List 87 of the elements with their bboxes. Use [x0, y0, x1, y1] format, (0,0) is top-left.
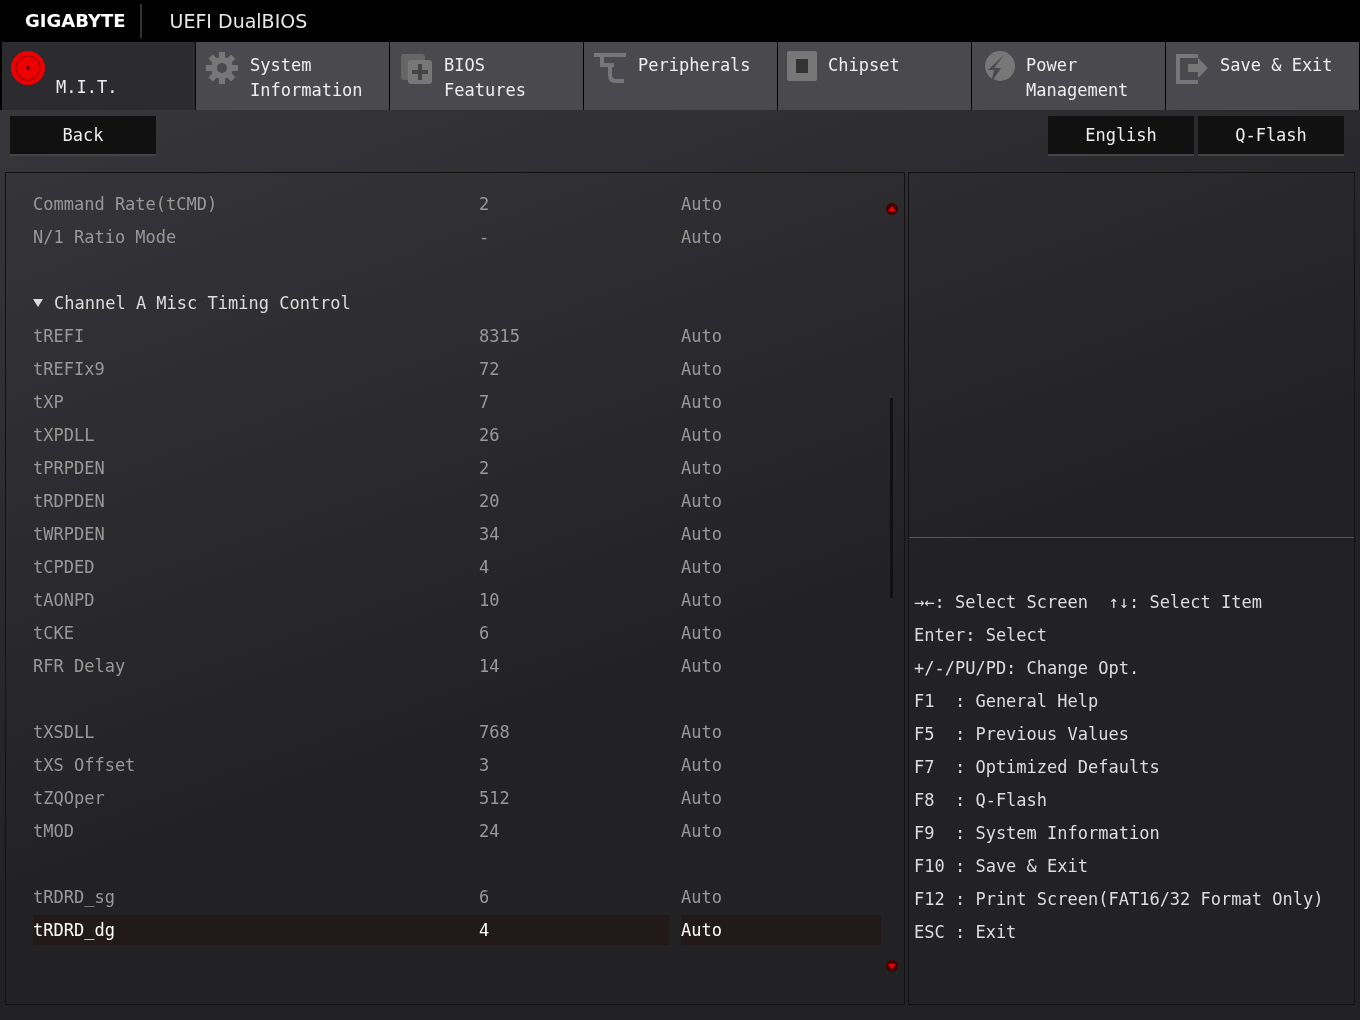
- help-line: ESC : Exit: [914, 921, 1018, 944]
- language-button[interactable]: English: [1048, 116, 1194, 156]
- setting-value: 4: [479, 555, 491, 579]
- setting-name[interactable]: tXSDLL: [33, 716, 479, 747]
- setting-name[interactable]: RFR Delay: [33, 650, 479, 681]
- setting-option[interactable]: Auto: [681, 782, 881, 813]
- setting-name[interactable]: tPRPDEN: [33, 452, 479, 483]
- help-line: F10 : Save & Exit: [914, 855, 1089, 878]
- setting-name[interactable]: N/1 Ratio Mode: [33, 221, 479, 252]
- setting-value: 7: [479, 390, 491, 414]
- help-line: F5 : Previous Values: [914, 723, 1130, 746]
- setting-value: 6: [479, 621, 491, 645]
- back-button[interactable]: Back: [10, 116, 156, 156]
- setting-value: 2: [479, 192, 491, 216]
- help-line: F8 : Q-Flash: [914, 789, 1049, 812]
- setting-name[interactable]: tRDPDEN: [33, 485, 479, 516]
- setting-name[interactable]: tRDRD_sg: [33, 881, 479, 912]
- setting-option[interactable]: Auto: [681, 221, 881, 252]
- gear-icon: [204, 50, 240, 86]
- setting-option[interactable]: Auto: [681, 584, 881, 615]
- help-line: F7 : Optimized Defaults: [914, 756, 1161, 779]
- setting-option[interactable]: Auto: [681, 518, 881, 549]
- setting-name[interactable]: tREFIx9: [33, 353, 479, 384]
- setting-name[interactable]: tZQOper: [33, 782, 479, 813]
- setting-option[interactable]: Auto: [681, 551, 881, 582]
- triangle-icon[interactable]: [33, 297, 43, 308]
- setting-option[interactable]: Auto: [681, 485, 881, 516]
- setting-name[interactable]: tRDRD_dg: [33, 914, 479, 945]
- setting-value: 10: [479, 588, 501, 612]
- setting-value: 768: [479, 720, 511, 744]
- setting-name[interactable]: tXS Offset: [33, 749, 479, 780]
- setting-option[interactable]: Auto: [681, 815, 881, 846]
- tab[interactable]: Power Management: [972, 42, 1165, 110]
- setting-option[interactable]: Auto: [681, 419, 881, 450]
- tab[interactable]: System Information: [196, 42, 389, 110]
- setting-option[interactable]: Auto: [681, 353, 881, 384]
- scrollbar[interactable]: [885, 202, 899, 972]
- help-line: F12 : Print Screen(FAT16/32 Format Only): [914, 888, 1325, 911]
- setting-option[interactable]: Auto: [681, 617, 881, 648]
- connector-icon: [592, 50, 628, 86]
- setting-value: 72: [479, 357, 501, 381]
- setting-name[interactable]: tXP: [33, 386, 479, 417]
- chip-icon: [786, 50, 818, 82]
- setting-value: 26: [479, 423, 501, 447]
- setting-value: 3: [479, 753, 491, 777]
- setting-option[interactable]: Auto: [681, 716, 881, 747]
- setting-value: 6: [479, 885, 491, 909]
- setting-value: 24: [479, 819, 501, 843]
- window-title: UEFI DualBIOS: [169, 10, 308, 32]
- help-line: F9 : System Information: [914, 822, 1161, 845]
- setting-option[interactable]: Auto: [681, 749, 881, 780]
- setting-value: 20: [479, 489, 501, 513]
- setting-name[interactable]: tMOD: [33, 815, 479, 846]
- setting-option[interactable]: Auto: [681, 881, 881, 912]
- tab[interactable]: Peripherals: [584, 42, 777, 110]
- setting-name[interactable]: Command Rate(tCMD): [33, 188, 479, 219]
- tab[interactable]: BIOS Features: [390, 42, 583, 110]
- setting-value: 512: [479, 786, 511, 810]
- setting-name[interactable]: tXPDLL: [33, 419, 479, 450]
- setting-option[interactable]: Auto: [681, 650, 881, 681]
- setting-name[interactable]: tREFI: [33, 320, 479, 351]
- setting-option[interactable]: Auto: [681, 188, 881, 219]
- setting-value: 8315: [479, 324, 521, 348]
- help-line: F1 : General Help: [914, 690, 1100, 713]
- brand-logo: GIGABYTE: [0, 4, 142, 38]
- setting-option[interactable]: Auto: [681, 320, 881, 351]
- setting-value: 2: [479, 456, 491, 480]
- setting-value: 4: [479, 914, 669, 945]
- setting-name[interactable]: tCKE: [33, 617, 479, 648]
- tab[interactable]: Save & Exit: [1166, 42, 1359, 110]
- setting-name[interactable]: tAONPD: [33, 584, 479, 615]
- section-header[interactable]: Channel A Misc Timing Control: [54, 292, 351, 313]
- tab[interactable]: Chipset: [778, 42, 971, 110]
- setting-option[interactable]: Auto: [681, 386, 881, 417]
- setting-value: 14: [479, 654, 501, 678]
- setting-name[interactable]: tWRPDEN: [33, 518, 479, 549]
- qflash-button[interactable]: Q-Flash: [1198, 116, 1344, 156]
- setting-value: -: [479, 225, 491, 249]
- tab[interactable]: M.I.T.: [2, 42, 195, 110]
- setting-option[interactable]: Auto: [681, 914, 881, 945]
- disc-icon: [10, 50, 46, 86]
- help-line: +/-/PU/PD: Change Opt.: [914, 657, 1141, 680]
- help-line: Enter: Select: [914, 624, 1049, 647]
- help-line: →←: Select Screen ↑↓: Select Item: [914, 591, 1263, 614]
- setting-name[interactable]: tCPDED: [33, 551, 479, 582]
- setting-value: 34: [479, 522, 501, 546]
- setting-option[interactable]: Auto: [681, 452, 881, 483]
